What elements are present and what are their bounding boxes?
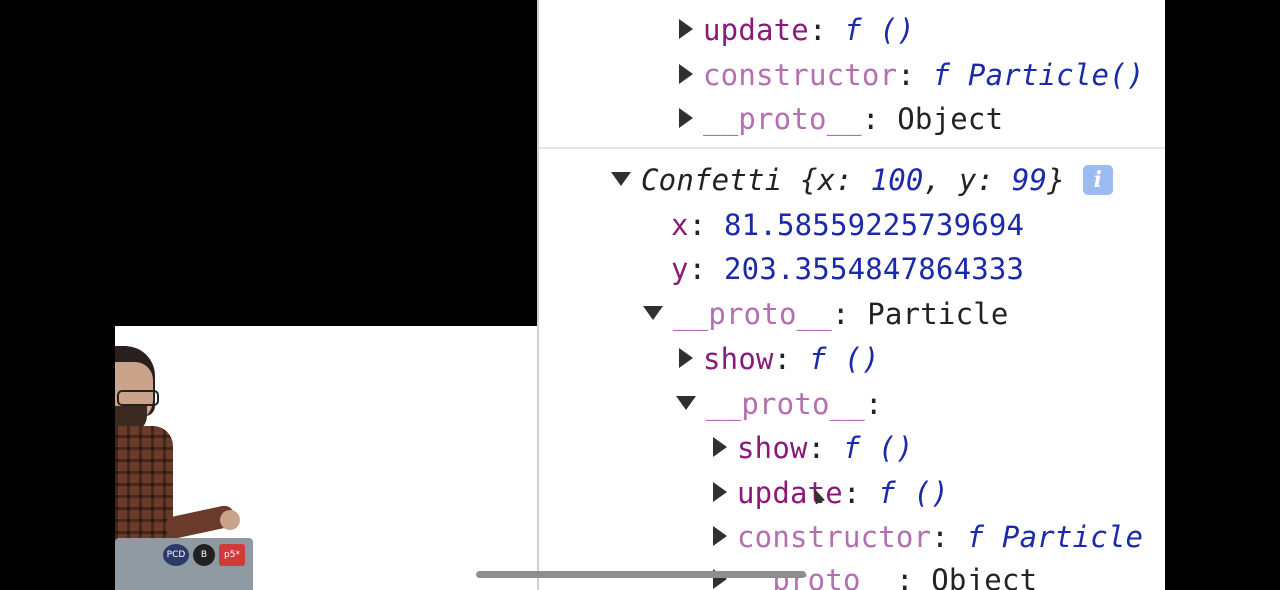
presenter-video: PCD B p5* xyxy=(115,326,537,590)
property-key: show xyxy=(703,342,774,376)
presenter-shirt xyxy=(115,426,173,546)
property-key: x xyxy=(671,208,689,242)
property-value: f () xyxy=(842,431,914,465)
property-key: show xyxy=(737,431,808,465)
property-row[interactable]: constructor: f Particle() xyxy=(679,57,1145,93)
expand-triangle-icon[interactable] xyxy=(713,437,727,457)
property-key: update xyxy=(737,476,843,510)
object-summary-row[interactable]: Confetti {x: 100, y: 99} i xyxy=(611,162,1113,198)
property-row-y: y: 203.3554847864333 xyxy=(671,252,1025,286)
property-value: f Particle() xyxy=(932,58,1145,92)
property-value: Object xyxy=(897,102,1004,136)
object-preview-mid: , y: xyxy=(923,163,1012,197)
laptop-sticker: B xyxy=(193,544,215,566)
devtools-console[interactable]: update: f () constructor: f Particle() _… xyxy=(537,0,1165,590)
property-key: constructor xyxy=(703,58,898,92)
object-class-name: Confetti xyxy=(641,163,783,197)
expand-triangle-icon[interactable] xyxy=(679,64,693,84)
laptop-sticker: PCD xyxy=(163,544,189,566)
video-background-left xyxy=(0,326,115,590)
expand-triangle-icon[interactable] xyxy=(679,108,693,128)
property-key: update xyxy=(703,13,809,47)
property-value-number: 203.3554847864333 xyxy=(724,252,1025,286)
video-background-right xyxy=(1165,0,1280,590)
object-preview-y: 99 xyxy=(1011,163,1048,197)
collapse-triangle-icon[interactable] xyxy=(643,306,663,320)
collapse-triangle-icon[interactable] xyxy=(611,172,631,186)
property-row[interactable]: show: f () xyxy=(679,341,880,377)
proto-row[interactable]: __proto__: xyxy=(676,386,883,422)
info-icon[interactable]: i xyxy=(1082,165,1113,195)
expand-triangle-icon[interactable] xyxy=(679,348,693,368)
property-key: __proto__ xyxy=(673,297,832,331)
property-value: f Particle xyxy=(966,520,1144,554)
collapse-triangle-icon[interactable] xyxy=(676,396,696,410)
property-key: constructor xyxy=(737,520,932,554)
expand-triangle-icon[interactable] xyxy=(713,526,727,546)
object-preview-close: } xyxy=(1047,163,1065,197)
property-row[interactable]: constructor: f Particle xyxy=(713,519,1143,555)
proto-row[interactable]: __proto__: Particle xyxy=(643,296,1009,332)
property-value: Particle xyxy=(867,297,1009,331)
property-value: f () xyxy=(878,476,949,510)
object-preview-open: {x: xyxy=(799,163,871,197)
property-key: __proto__ xyxy=(703,102,862,136)
video-background-top xyxy=(0,0,537,326)
horizontal-scrollbar[interactable] xyxy=(476,571,806,578)
property-value: Object xyxy=(931,563,1038,590)
expand-triangle-icon[interactable] xyxy=(679,19,693,39)
presenter-glasses xyxy=(117,390,159,406)
property-row-x: x: 81.58559225739694 xyxy=(671,208,1025,242)
property-key: __proto__ xyxy=(706,387,865,421)
property-row[interactable]: update: f () xyxy=(713,475,949,511)
property-value-number: 81.58559225739694 xyxy=(724,208,1025,242)
object-preview-x: 100 xyxy=(870,163,924,197)
presenter-hand xyxy=(220,510,240,530)
property-row[interactable]: __proto__: Object xyxy=(679,101,1003,137)
property-row[interactable]: show: f () xyxy=(713,430,914,466)
property-value: f () xyxy=(844,13,915,47)
expand-triangle-icon[interactable] xyxy=(713,482,727,502)
laptop-sticker: p5* xyxy=(219,544,245,566)
console-separator xyxy=(539,147,1165,149)
property-value: f () xyxy=(808,342,880,376)
property-key: y xyxy=(671,252,689,286)
property-row[interactable]: update: f () xyxy=(679,12,915,48)
